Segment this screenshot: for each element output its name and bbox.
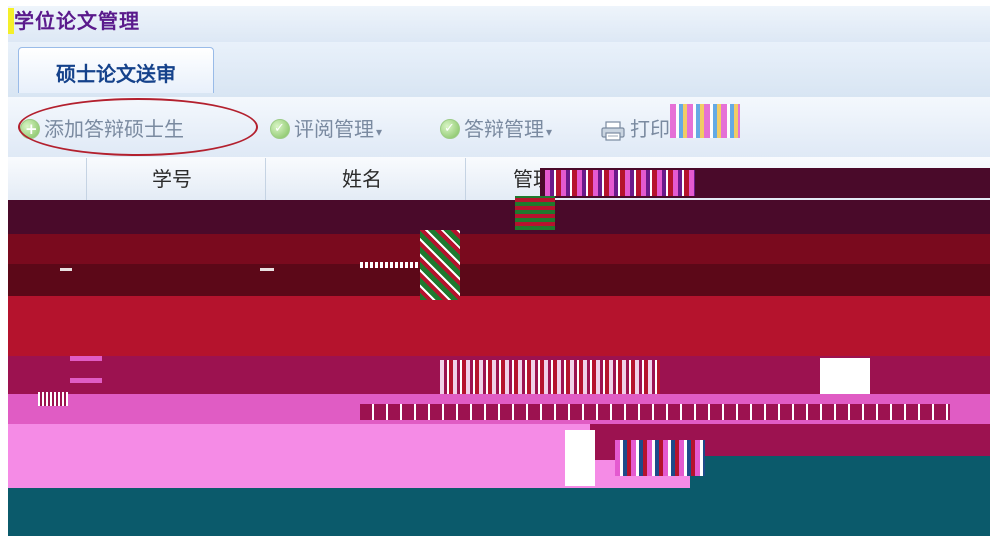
image-artifact	[545, 170, 695, 196]
print-button[interactable]: 打印	[600, 114, 670, 144]
title-bar	[8, 6, 990, 42]
image-artifact	[8, 296, 990, 356]
tab-master-thesis-review[interactable]: 硕士论文送审	[18, 47, 214, 93]
page-title: 学位论文管理	[14, 9, 140, 33]
image-artifact	[670, 104, 740, 138]
image-artifact	[565, 430, 595, 486]
printer-icon	[600, 119, 626, 141]
image-artifact	[360, 262, 420, 268]
column-header-student-id[interactable]: 学号	[152, 164, 192, 194]
image-artifact	[690, 456, 990, 490]
image-artifact	[38, 392, 68, 406]
image-artifact	[70, 356, 102, 361]
highlight-annotation-oval	[18, 98, 258, 156]
image-artifact	[8, 234, 990, 264]
review-management-label: 评阅管理	[294, 117, 374, 141]
check-circle-icon	[270, 114, 290, 144]
defense-management-menu[interactable]: 答辩管理▾	[440, 114, 552, 144]
image-artifact	[260, 268, 274, 271]
image-artifact	[820, 358, 870, 394]
chevron-down-icon: ▾	[376, 125, 383, 139]
review-management-menu[interactable]: 评阅管理▾	[270, 114, 382, 144]
image-artifact	[60, 268, 72, 271]
chevron-down-icon: ▾	[546, 125, 553, 139]
image-artifact	[360, 404, 950, 420]
column-separator	[465, 158, 466, 200]
column-separator	[86, 158, 87, 200]
check-circle-icon	[440, 114, 460, 144]
image-artifact	[8, 488, 990, 536]
image-artifact	[8, 200, 990, 234]
image-artifact	[70, 378, 102, 383]
defense-management-label: 答辩管理	[464, 117, 544, 141]
image-artifact	[440, 360, 660, 394]
tab-label: 硕士论文送审	[56, 62, 176, 86]
column-header-name[interactable]: 姓名	[342, 164, 382, 194]
image-artifact	[420, 230, 460, 300]
image-artifact	[615, 440, 705, 476]
image-artifact	[515, 196, 555, 230]
column-separator	[265, 158, 266, 200]
print-label: 打印	[630, 117, 670, 141]
image-artifact	[8, 264, 990, 296]
